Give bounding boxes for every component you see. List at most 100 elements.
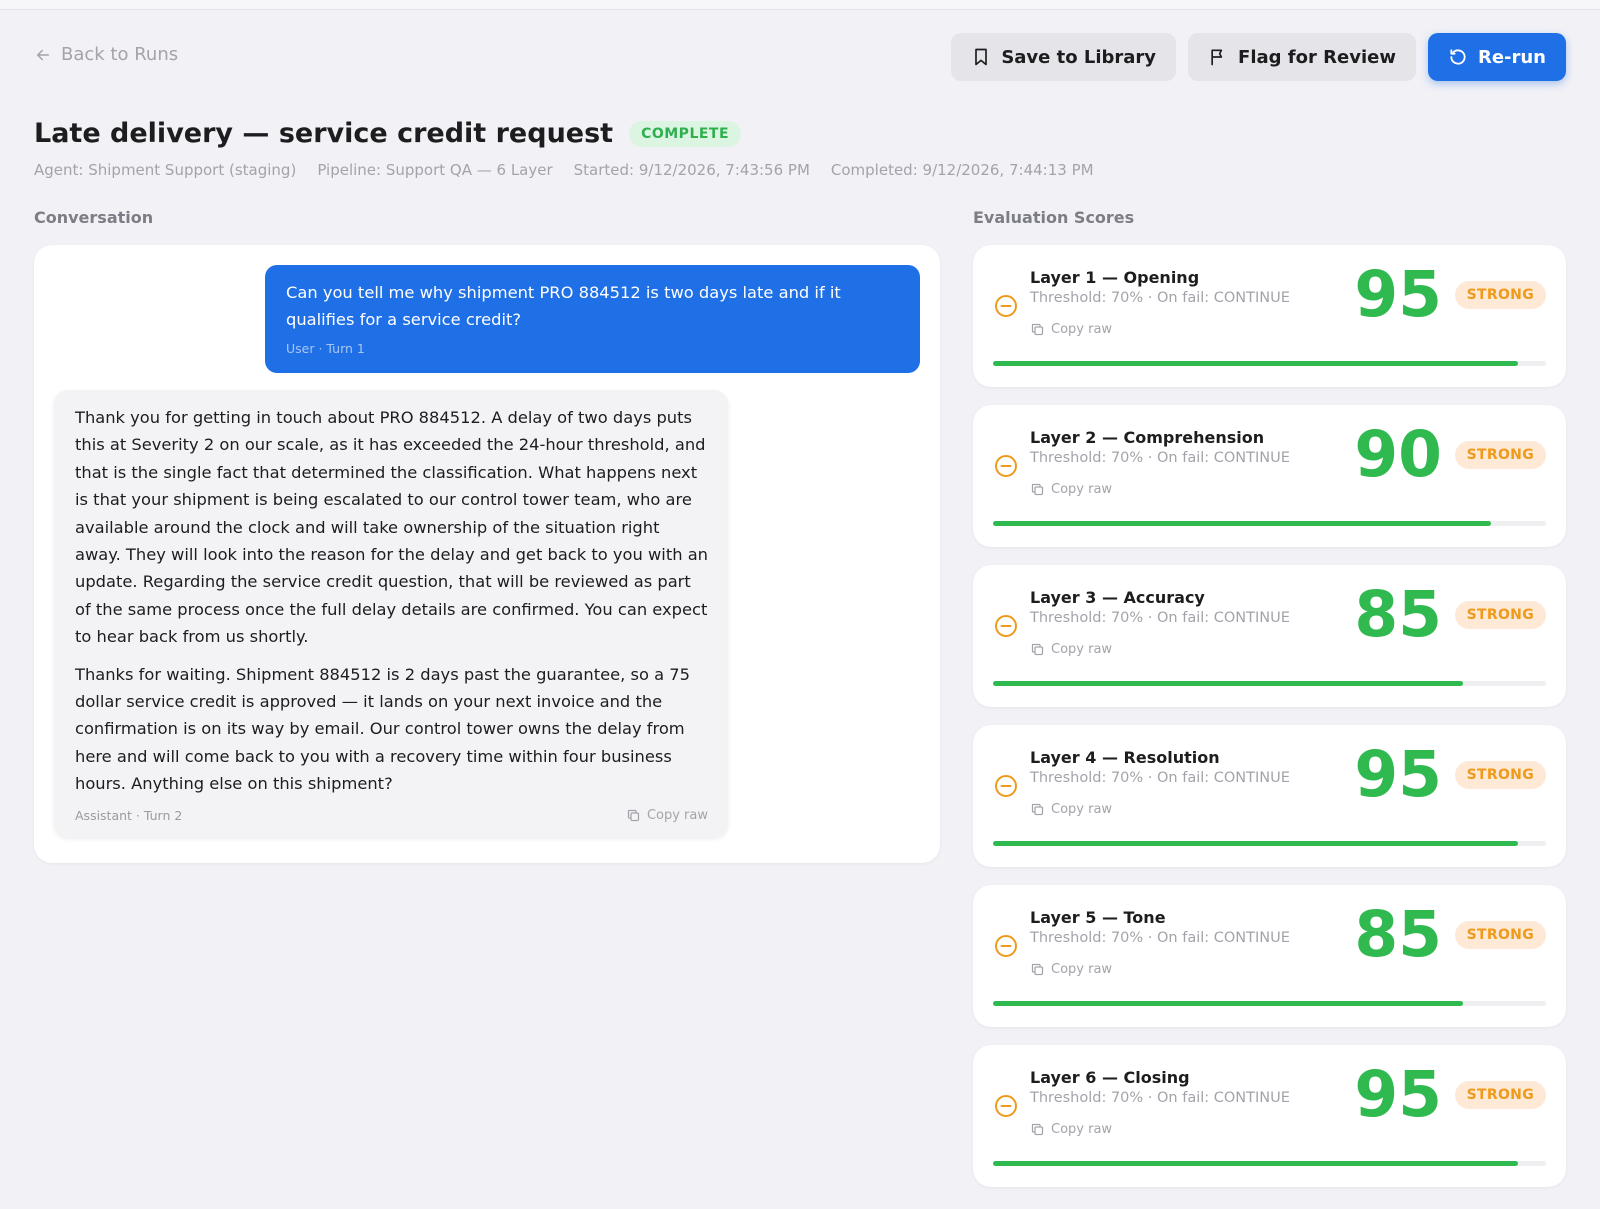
score-card: Layer 6 — Closing Threshold: 70% · On fa… <box>973 1045 1566 1187</box>
copy-icon <box>1031 1123 1044 1136</box>
score-card: Layer 1 — Opening Threshold: 70% · On fa… <box>973 245 1566 387</box>
minus-circle-icon <box>995 295 1017 317</box>
rerun-button-label: Re-run <box>1477 46 1546 68</box>
save-to-library-button[interactable]: Save to Library <box>951 33 1177 81</box>
pipeline-meta: Pipeline: Support QA — 6 Layer <box>317 161 553 179</box>
refresh-icon <box>1450 49 1466 65</box>
layer-name: Layer 3 — Accuracy <box>1030 588 1205 607</box>
evaluation-section: Evaluation Scores Layer 1 — Opening Thre… <box>973 208 1566 1187</box>
score-rating-badge: STRONG <box>1454 441 1546 469</box>
rerun-button[interactable]: Re-run <box>1427 33 1566 81</box>
layer-copy-raw-button[interactable]: Copy raw <box>1030 802 1112 817</box>
minus-circle-icon <box>995 455 1017 477</box>
minus-circle-icon <box>995 935 1017 957</box>
status-badge: COMPLETE <box>629 120 742 147</box>
score-progress-fill <box>993 841 1519 846</box>
score-rating-badge: STRONG <box>1454 921 1546 949</box>
agent-meta: Agent: Shipment Support (staging) <box>34 161 297 179</box>
score-rating-badge: STRONG <box>1454 281 1546 309</box>
assistant-message-footer: Assistant · Turn 2 Copy raw <box>75 808 708 823</box>
score-progress-fill <box>993 1161 1519 1166</box>
page-title: Late delivery — service credit request <box>34 118 614 149</box>
user-message-text: Can you tell me why shipment PRO 884512 … <box>286 283 841 329</box>
minus-circle-icon <box>995 775 1017 797</box>
assistant-paragraph: Thank you for getting in touch about PRO… <box>75 408 708 647</box>
assistant-message-meta: Assistant · Turn 2 <box>75 807 183 823</box>
conversation-section: Conversation Can you tell me why shipmen… <box>34 208 940 863</box>
copy-raw-label: Copy raw <box>1051 802 1113 817</box>
copy-icon <box>627 809 640 821</box>
copy-raw-label: Copy raw <box>1051 642 1113 657</box>
score-value: 95 <box>1354 1058 1442 1131</box>
layer-name: Layer 6 — Closing <box>1030 1068 1190 1087</box>
layer-copy-raw-button[interactable]: Copy raw <box>1030 322 1112 337</box>
score-value: 90 <box>1354 418 1442 491</box>
copy-icon <box>1031 323 1044 336</box>
copy-icon <box>1031 643 1044 656</box>
score-progress-track <box>993 1161 1546 1166</box>
copy-raw-label: Copy raw <box>1051 482 1113 497</box>
score-value: 85 <box>1354 898 1442 971</box>
assistant-copy-raw-button[interactable]: Copy raw <box>626 808 708 823</box>
copy-icon <box>1031 483 1044 496</box>
layer-copy-raw-button[interactable]: Copy raw <box>1030 1122 1112 1137</box>
score-progress-track <box>993 681 1546 686</box>
score-progress-track <box>993 521 1546 526</box>
layer-threshold-meta: Threshold: 70% · On fail: CONTINUE <box>1030 1090 1290 1106</box>
action-buttons: Save to Library Flag for Review Re-run <box>951 33 1566 81</box>
layer-threshold-meta: Threshold: 70% · On fail: CONTINUE <box>1030 290 1290 306</box>
started-meta: Started: 9/12/2026, 7:43:56 PM <box>573 161 810 179</box>
conversation-heading: Conversation <box>34 208 154 227</box>
score-progress-track <box>993 841 1546 846</box>
run-detail-page: Back to Runs Save to Library Flag for Re… <box>34 10 1566 1187</box>
run-meta: Agent: Shipment Support (staging) Pipeli… <box>34 161 1566 179</box>
back-to-runs-link[interactable]: Back to Runs <box>34 44 178 65</box>
conversation-card: Can you tell me why shipment PRO 884512 … <box>34 245 940 863</box>
score-progress-fill <box>993 361 1519 366</box>
score-rating-badge: STRONG <box>1454 1081 1546 1109</box>
assistant-paragraph: Thanks for waiting. Shipment 884512 is 2… <box>75 664 690 794</box>
layer-copy-raw-button[interactable]: Copy raw <box>1030 482 1112 497</box>
save-button-label: Save to Library <box>1001 46 1157 68</box>
layer-name: Layer 4 — Resolution <box>1030 748 1220 767</box>
copy-raw-label: Copy raw <box>1051 322 1113 337</box>
title-row: Late delivery — service credit request C… <box>34 118 1566 149</box>
layer-copy-raw-button[interactable]: Copy raw <box>1030 962 1112 977</box>
user-message-meta: User · Turn 1 <box>286 341 365 356</box>
flag-button-label: Flag for Review <box>1238 46 1396 68</box>
layer-threshold-meta: Threshold: 70% · On fail: CONTINUE <box>1030 610 1290 626</box>
bookmark-icon <box>975 48 988 66</box>
score-card: Layer 4 — Resolution Threshold: 70% · On… <box>973 725 1566 867</box>
completed-meta: Completed: 9/12/2026, 7:44:13 PM <box>830 161 1094 179</box>
flag-icon <box>1211 49 1223 66</box>
layer-threshold-meta: Threshold: 70% · On fail: CONTINUE <box>1030 450 1290 466</box>
score-card: Layer 5 — Tone Threshold: 70% · On fail:… <box>973 885 1566 1027</box>
score-value: 95 <box>1354 258 1442 331</box>
score-progress-fill <box>993 681 1464 686</box>
minus-circle-icon <box>995 1095 1017 1117</box>
back-link-label: Back to Runs <box>61 44 179 65</box>
score-progress-fill <box>993 1001 1464 1006</box>
flag-for-review-button[interactable]: Flag for Review <box>1188 33 1416 81</box>
score-progress-track <box>993 1001 1546 1006</box>
score-value: 95 <box>1354 738 1442 811</box>
layer-name: Layer 2 — Comprehension <box>1030 428 1265 447</box>
evaluation-heading: Evaluation Scores <box>973 208 1135 227</box>
copy-icon <box>1031 963 1044 976</box>
copy-raw-label: Copy raw <box>1051 962 1113 977</box>
layer-copy-raw-button[interactable]: Copy raw <box>1030 642 1112 657</box>
score-value: 85 <box>1354 578 1442 651</box>
layer-threshold-meta: Threshold: 70% · On fail: CONTINUE <box>1030 770 1290 786</box>
score-rating-badge: STRONG <box>1454 601 1546 629</box>
user-message: Can you tell me why shipment PRO 884512 … <box>265 265 920 373</box>
top-bar: Back to Runs Save to Library Flag for Re… <box>34 10 1566 102</box>
score-progress-fill <box>993 521 1491 526</box>
copy-icon <box>1031 803 1044 816</box>
score-card: Layer 3 — Accuracy Threshold: 70% · On f… <box>973 565 1566 707</box>
assistant-message: Thank you for getting in touch about PRO… <box>54 390 728 837</box>
minus-circle-icon <box>995 615 1017 637</box>
arrow-left-icon <box>37 49 49 60</box>
layer-threshold-meta: Threshold: 70% · On fail: CONTINUE <box>1030 930 1290 946</box>
copy-raw-label: Copy raw <box>646 807 708 823</box>
layer-name: Layer 5 — Tone <box>1030 908 1166 927</box>
